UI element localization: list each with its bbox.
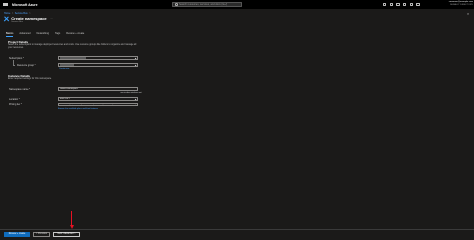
chevron-down-icon (134, 65, 137, 66)
wizard-tabs: Basics Advanced Networking Tags Review +… (6, 32, 84, 37)
page-subtitle: Service Bus (11, 21, 23, 24)
search-icon (175, 3, 178, 6)
page-header: Create namespace Service Bus ... (4, 16, 53, 24)
subscription-select[interactable] (58, 56, 138, 60)
chevron-down-icon (134, 99, 137, 100)
subscription-label: Subscription * (9, 56, 24, 60)
global-search-input[interactable]: Search resources, services, and docs (G+… (172, 1, 242, 8)
namespace-name-label: Namespace name * (9, 87, 30, 91)
help-icon[interactable] (409, 2, 413, 6)
close-icon[interactable]: × (467, 12, 469, 16)
resource-group-value-redacted (60, 64, 74, 66)
browse-plans-link[interactable]: Browse the available plans and their fea… (58, 108, 98, 110)
tab-tags[interactable]: Tags (55, 32, 60, 36)
settings-gear-icon[interactable] (403, 2, 407, 6)
chevron-down-icon (134, 104, 137, 106)
annotation-arrow-icon (69, 211, 74, 231)
breadcrumb-separator: > (11, 11, 14, 15)
directory-filter-icon[interactable] (389, 2, 393, 6)
search-placeholder: Search resources, services, and docs (G+… (178, 2, 228, 6)
previous-button[interactable]: < Previous (33, 231, 50, 237)
hierarchy-connector (13, 60, 15, 66)
feedback-icon[interactable] (416, 2, 420, 6)
breadcrumb-home[interactable]: Home (4, 12, 10, 15)
location-select[interactable]: East US 2 (58, 97, 138, 101)
tab-basics[interactable]: Basics (6, 32, 14, 37)
project-details-heading: Project Details (8, 39, 29, 44)
namespace-name-input[interactable]: Name-namespace (58, 87, 138, 91)
arrow-shaft (71, 211, 72, 226)
account-tenant: DEFAULT DIRECTORY (449, 3, 473, 6)
namespace-domain-suffix: .servicebus.windows.net (120, 91, 142, 94)
instance-details-heading: Instance Details (8, 73, 31, 78)
create-new-resource-group-link[interactable]: Create new (59, 68, 69, 70)
breadcrumb-separator: > (29, 11, 31, 15)
cloud-shell-icon[interactable] (383, 2, 387, 6)
location-value: East US 2 (60, 97, 70, 100)
pricing-tier-select[interactable]: Standard (~$10 USD per 12.5M Operations … (58, 102, 138, 107)
account-menu[interactable]: someone@example.com DEFAULT DIRECTORY (437, 1, 473, 7)
instance-details-description: Enter required settings for this namespa… (8, 78, 52, 81)
page-title: Create namespace (11, 15, 47, 21)
breadcrumb: Home > Service Bus > (4, 12, 30, 15)
service-bus-icon (4, 16, 10, 22)
subscription-value-redacted (60, 57, 86, 59)
breadcrumb-service-bus[interactable]: Service Bus (15, 12, 28, 15)
pricing-tier-value: Standard (~$10 USD per 12.5M Operations … (60, 103, 114, 106)
top-bar: Microsoft Azure Search resources, servic… (0, 0, 474, 9)
brand-name[interactable]: Microsoft Azure (12, 3, 38, 7)
project-details-description: Select the subscription to manage deploy… (8, 44, 137, 50)
tab-advanced[interactable]: Advanced (19, 32, 30, 36)
resource-group-label: Resource group * (17, 63, 36, 67)
resource-group-select[interactable] (58, 63, 138, 67)
tab-review-create[interactable]: Review + create (66, 32, 84, 36)
pricing-tier-label: Pricing tier * (9, 103, 22, 107)
notifications-icon[interactable] (396, 2, 400, 6)
location-label: Location * (9, 97, 20, 101)
more-options-icon[interactable]: ... (50, 16, 53, 20)
top-bar-icons (383, 2, 420, 6)
namespace-name-value: Name-namespace (60, 87, 78, 90)
next-advanced-button[interactable]: Next: Advanced > (53, 231, 80, 237)
tab-networking[interactable]: Networking (37, 32, 50, 36)
chevron-down-icon (134, 58, 137, 59)
hamburger-menu-icon[interactable] (3, 3, 8, 6)
review-create-button[interactable]: Review + create (4, 231, 30, 237)
